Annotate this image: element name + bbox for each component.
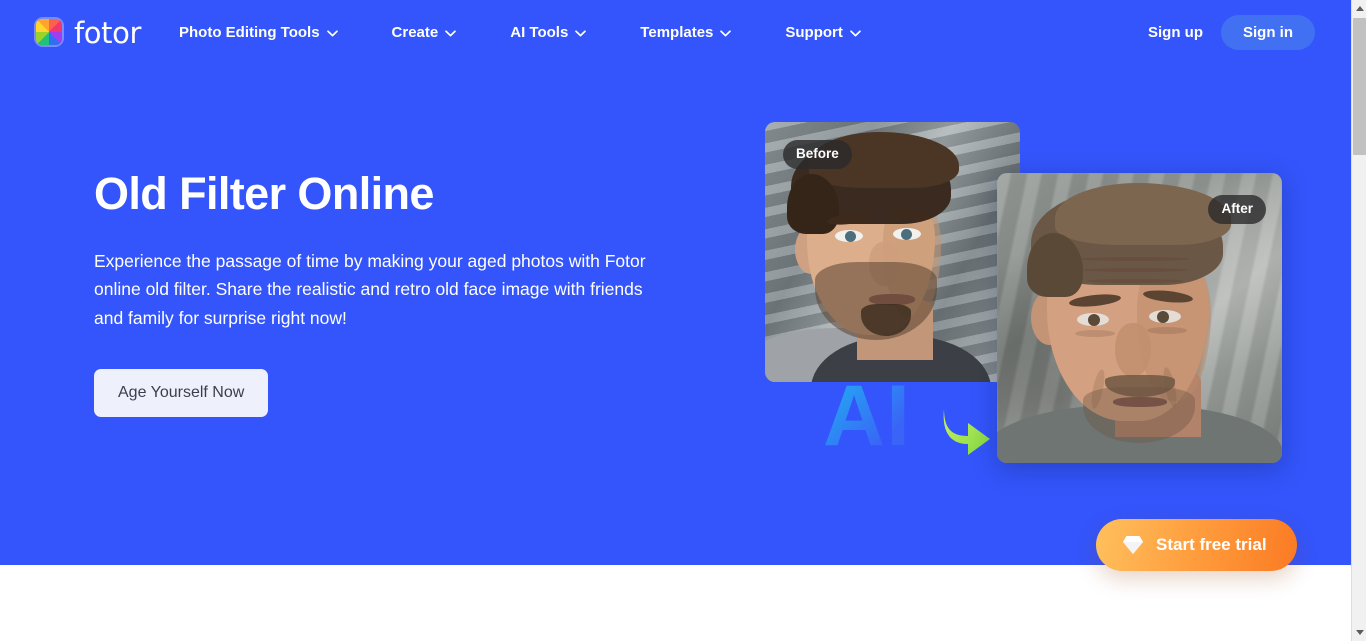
after-badge: After: [1208, 195, 1266, 224]
brand-name: fotor: [74, 15, 141, 50]
nav-item-support[interactable]: Support: [785, 16, 861, 49]
fotor-color-wheel-icon: [34, 17, 64, 47]
main-navbar: fotor Photo Editing Tools Create AI Tool…: [0, 0, 1351, 64]
hero-subtitle: Experience the passage of time by making…: [94, 250, 646, 328]
diamond-gem-icon: [1122, 535, 1144, 555]
nav-item-label: Templates: [640, 23, 714, 41]
hero-copy: Old Filter Online Experience the passage…: [94, 168, 694, 418]
before-photo-card: Before: [765, 122, 1020, 382]
page-root: fotor Photo Editing Tools Create AI Tool…: [0, 0, 1366, 641]
start-free-trial-button[interactable]: Start free trial: [1096, 519, 1297, 571]
vertical-scrollbar[interactable]: [1351, 0, 1366, 641]
nav-item-ai-tools[interactable]: AI Tools: [510, 16, 587, 49]
age-yourself-now-button[interactable]: Age Yourself Now: [94, 369, 269, 418]
curved-arrow-right-icon: [938, 403, 994, 459]
chevron-down-icon: [326, 29, 338, 37]
sign-up-link[interactable]: Sign up: [1148, 24, 1203, 41]
scrollbar-thumb[interactable]: [1353, 18, 1366, 155]
nav-item-label: Support: [785, 23, 843, 41]
sign-in-button[interactable]: Sign in: [1221, 14, 1315, 50]
nav-item-create[interactable]: Create: [392, 16, 457, 49]
scroll-down-arrow-icon[interactable]: [1352, 624, 1366, 641]
nav-item-label: Create: [391, 23, 439, 41]
brand-logo[interactable]: fotor: [34, 17, 141, 47]
nav-item-photo-editing-tools[interactable]: Photo Editing Tools: [179, 16, 338, 49]
below-fold-area: [0, 565, 1351, 641]
chevron-down-icon: [575, 29, 587, 37]
nav-item-label: Photo Editing Tools: [179, 23, 320, 41]
nav-links: Photo Editing Tools Create AI Tools Temp…: [179, 16, 861, 49]
before-badge: Before: [783, 140, 852, 169]
ai-watermark-label: AI: [823, 368, 911, 464]
page-title: Old Filter Online: [94, 168, 434, 219]
chevron-down-icon: [720, 29, 732, 37]
nav-right-actions: Sign up Sign in: [1148, 14, 1315, 50]
start-free-trial-label: Start free trial: [1156, 535, 1267, 554]
nav-item-label: AI Tools: [510, 23, 569, 41]
after-photo-card: After: [997, 173, 1282, 463]
nav-item-templates[interactable]: Templates: [640, 16, 732, 49]
hero-visual: AI Before After: [755, 110, 1300, 480]
scroll-up-arrow-icon[interactable]: [1352, 0, 1366, 17]
chevron-down-icon: [445, 29, 457, 37]
chevron-down-icon: [850, 29, 861, 37]
